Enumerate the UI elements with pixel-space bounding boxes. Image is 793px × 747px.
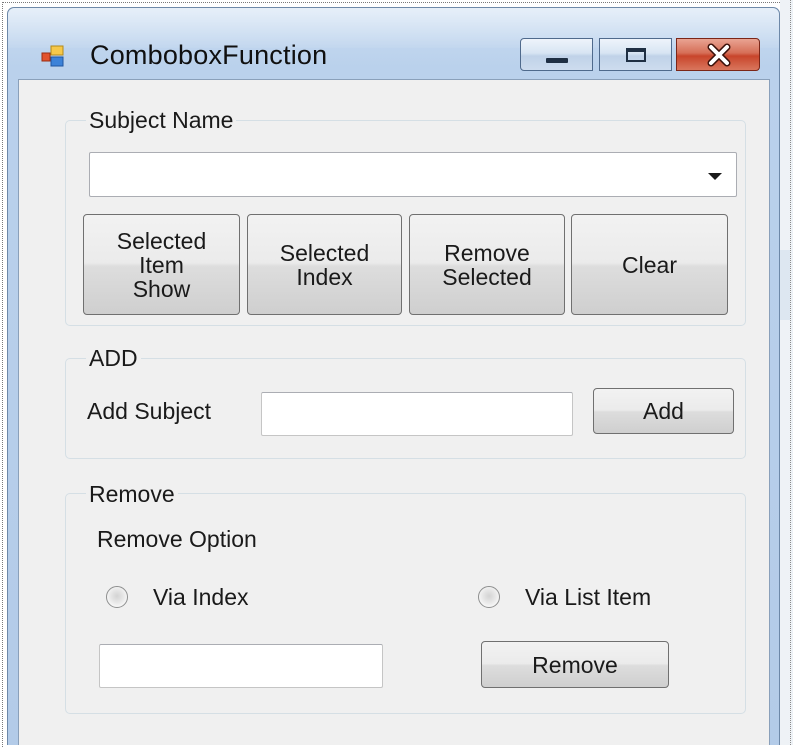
subject-name-combobox[interactable] — [89, 152, 737, 197]
minimize-button[interactable] — [520, 38, 593, 71]
background-strip — [780, 0, 793, 745]
add-subject-label: Add Subject — [87, 398, 212, 424]
via-list-item-label[interactable]: Via List Item — [525, 584, 651, 611]
remove-option-label: Remove Option — [97, 526, 257, 552]
maximize-icon — [626, 48, 646, 62]
via-index-radio[interactable] — [106, 586, 128, 608]
selected-item-show-button[interactable]: Selected Item Show — [83, 214, 240, 315]
window-title: ComboboxFunction — [90, 40, 328, 70]
via-index-label[interactable]: Via Index — [153, 584, 248, 611]
remove-selected-button[interactable]: Remove Selected — [409, 214, 565, 315]
add-group-legend: ADD — [86, 345, 141, 372]
add-subject-input[interactable] — [261, 392, 573, 436]
maximize-button[interactable] — [599, 38, 672, 71]
minimize-icon — [546, 58, 568, 63]
form-client-area: Subject Name Selected Item Show Selected… — [18, 79, 770, 745]
remove-button[interactable]: Remove — [481, 641, 669, 688]
subject-name-group-legend: Subject Name — [86, 107, 237, 134]
selected-index-button[interactable]: Selected Index — [247, 214, 402, 315]
chevron-down-icon[interactable] — [708, 173, 722, 180]
remove-input[interactable] — [99, 644, 383, 688]
remove-group-legend: Remove — [86, 481, 178, 508]
winforms-app-icon — [41, 45, 64, 67]
add-button[interactable]: Add — [593, 388, 734, 434]
clear-button[interactable]: Clear — [571, 214, 728, 315]
close-button[interactable] — [676, 38, 760, 71]
via-list-item-radio[interactable] — [478, 586, 500, 608]
title-bar[interactable]: ComboboxFunction — [8, 8, 779, 80]
close-icon — [707, 43, 731, 67]
